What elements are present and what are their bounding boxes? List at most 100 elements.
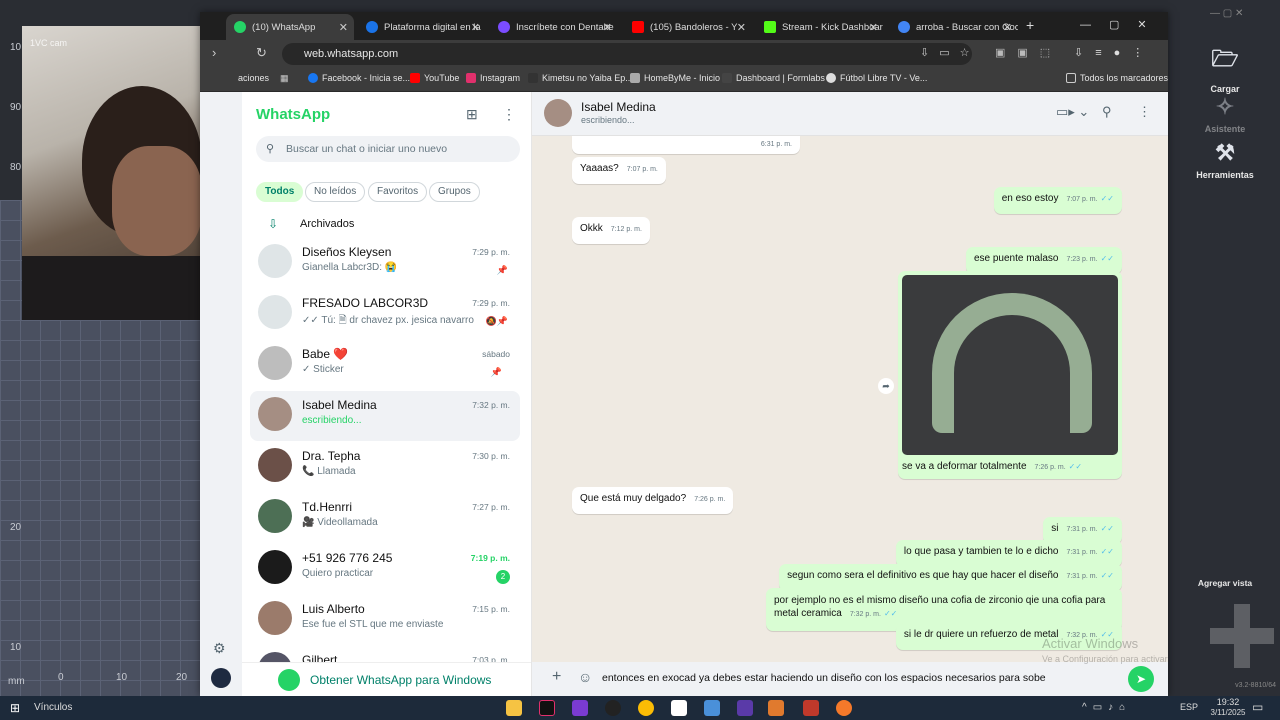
- exocad-icon[interactable]: [572, 700, 588, 716]
- tab-plataforma[interactable]: Plataforma digital en la ✕: [358, 14, 486, 40]
- cad-window-controls[interactable]: — ▢ ✕: [1210, 8, 1243, 19]
- bookmark-homebyme[interactable]: HomeByMe - Inicio: [630, 73, 720, 83]
- send-button[interactable]: ➤: [1128, 666, 1154, 692]
- chat-list-item[interactable]: Diseños Kleysen Gianella Labcr3D: 😭 7:29…: [250, 238, 520, 288]
- attach-plus-icon[interactable]: +: [552, 668, 561, 686]
- app-icon[interactable]: [605, 700, 621, 716]
- tray-icons[interactable]: ^▭♪⌂: [1082, 702, 1131, 713]
- bookmark-facebook[interactable]: Facebook - Inicia se...: [308, 73, 410, 83]
- file-explorer-icon[interactable]: [506, 700, 522, 716]
- menu-icon[interactable]: ⋮: [502, 106, 516, 123]
- tab-whatsapp[interactable]: (10) WhatsApp ✕: [226, 14, 354, 40]
- close-icon[interactable]: ✕: [339, 21, 348, 34]
- search-box[interactable]: ⚲ Buscar un chat o iniciar uno nuevo: [256, 136, 520, 162]
- toolbar-actions[interactable]: ⇩≡●⋮: [1074, 46, 1155, 59]
- apps-icon[interactable]: ▦: [280, 73, 289, 84]
- notification-icon[interactable]: ▭: [1252, 700, 1263, 714]
- message-outgoing[interactable]: segun como sera el definitivo es que hay…: [779, 564, 1122, 591]
- search-icon[interactable]: ⚲: [1102, 104, 1112, 120]
- filter-favorites[interactable]: Favoritos: [368, 182, 428, 202]
- tab-kick[interactable]: Stream - Kick Dashboar ✕: [756, 14, 884, 40]
- all-bookmarks[interactable]: Todos los marcadores: [1066, 73, 1168, 83]
- message-input[interactable]: entonces en exocad ya debes estar hacien…: [602, 672, 1046, 684]
- bookmark-instagram[interactable]: Instagram: [466, 73, 520, 83]
- chat-list-item[interactable]: FRESADO LABCOR3D ✓✓ Tú: 🗎 dr chavez px. …: [250, 289, 520, 339]
- dental-model-image[interactable]: [902, 275, 1118, 455]
- taskbar-label[interactable]: Vínculos: [34, 702, 72, 713]
- cad-app-icon[interactable]: [768, 700, 784, 716]
- message-incoming[interactable]: Que está muy delgado? 7:26 p. m.: [572, 487, 734, 514]
- new-chat-icon[interactable]: ⊞: [466, 106, 478, 123]
- close-icon[interactable]: ✕: [603, 21, 612, 34]
- address-input[interactable]: web.whatsapp.com: [282, 43, 972, 65]
- chat-list-item[interactable]: +51 926 776 245 Quiero practicar 7:19 p.…: [250, 544, 520, 594]
- message-incoming[interactable]: 6:31 p. m.: [572, 136, 800, 154]
- view-cube-icon[interactable]: [1210, 604, 1274, 668]
- contact-avatar[interactable]: [544, 99, 572, 127]
- message-incoming[interactable]: Okkk 7:12 p. m.: [572, 217, 650, 244]
- window-controls[interactable]: —▢✕: [1080, 18, 1165, 31]
- archived-row[interactable]: ⇩ Archivados: [250, 208, 520, 242]
- tab-dentalte[interactable]: Inscríbete con Dentalte ✕: [490, 14, 618, 40]
- bookmark-futbol[interactable]: Fútbol Libre TV - Ve...: [826, 73, 927, 83]
- settings-icon[interactable]: ⚙: [213, 640, 226, 657]
- close-icon[interactable]: ✕: [471, 21, 480, 34]
- app-icon[interactable]: [671, 700, 687, 716]
- search-input[interactable]: Buscar un chat o iniciar uno nuevo: [286, 143, 447, 155]
- app-icon[interactable]: [704, 700, 720, 716]
- clock-time[interactable]: 19:32: [1208, 697, 1248, 707]
- close-icon[interactable]: ✕: [1003, 21, 1012, 34]
- chat-list-item-selected[interactable]: Isabel Medina escribiendo... 7:32 p. m.: [250, 391, 520, 441]
- activate-windows-subtext: Ve a Configuración para activar Windows.: [1042, 654, 1168, 664]
- language-indicator[interactable]: ESP: [1180, 702, 1198, 712]
- bookmark-kimetsu[interactable]: Kimetsu no Yaiba Ep...: [528, 73, 633, 83]
- sticker-icon[interactable]: ☺: [578, 669, 592, 685]
- chat-list-item[interactable]: Dra. Tepha 📞 Llamada 7:30 p. m.: [250, 442, 520, 492]
- ruler-label: 20: [10, 522, 22, 533]
- filter-all[interactable]: Todos: [256, 182, 304, 202]
- windows-taskbar: ⊞ Vínculos ^▭♪⌂ ESP 19:32 3/11/2025 ▭: [0, 696, 1280, 720]
- blender-icon[interactable]: [836, 700, 852, 716]
- group-avatar-icon: [258, 295, 292, 329]
- cad-assistant-button[interactable]: ✧ Asistente: [1170, 94, 1280, 134]
- bookmark-formlabs[interactable]: Dashboard | Formlabs: [722, 73, 825, 83]
- bookmark-youtube[interactable]: YouTube: [410, 73, 459, 83]
- close-icon[interactable]: ✕: [737, 21, 746, 34]
- tab-google[interactable]: arroba - Buscar con Goo ✕: [890, 14, 1018, 40]
- chat-list-item[interactable]: Td.Henrri 🎥 Videollamada 7:27 p. m.: [250, 493, 520, 543]
- profile-avatar[interactable]: [211, 668, 231, 688]
- message-image[interactable]: se va a deformar totalmente 7:26 p. m. ✓✓: [898, 271, 1122, 479]
- extension-icons[interactable]: ▣▣⬚: [995, 46, 1062, 59]
- whatsapp-icon: [278, 669, 300, 691]
- tiktok-icon[interactable]: [539, 700, 555, 716]
- chat-list-item[interactable]: Babe ❤️ ✓ Sticker sábado 📌: [250, 340, 520, 390]
- conversation-header[interactable]: Isabel Medina escribiendo... ▭▸ ⌄ ⚲ ⋮: [532, 92, 1168, 136]
- message-outgoing[interactable]: ese puente malaso 7:23 p. m. ✓✓: [965, 247, 1122, 274]
- video-call-icon[interactable]: ▭▸ ⌄: [1056, 104, 1089, 120]
- cad-add-view-label[interactable]: Agregar vista: [1170, 578, 1280, 588]
- address-actions[interactable]: ⇩▭☆: [920, 46, 979, 59]
- filter-unread[interactable]: No leídos: [305, 182, 366, 202]
- cad-tools-button[interactable]: ⚒ Herramientas: [1170, 140, 1280, 180]
- tab-youtube[interactable]: (105) Bandoleros - Y ✕: [624, 14, 752, 40]
- message-outgoing[interactable]: en eso estoy 7:07 p. m. ✓✓: [993, 187, 1122, 214]
- menu-icon[interactable]: ⋮: [1138, 104, 1151, 120]
- read-ticks-icon: ✓✓: [1100, 571, 1114, 580]
- bookmark[interactable]: aciones: [238, 73, 269, 83]
- chrome-icon[interactable]: [638, 700, 654, 716]
- clock-date[interactable]: 3/11/2025: [1200, 708, 1256, 717]
- new-tab-button[interactable]: +: [1026, 17, 1034, 33]
- forward-icon[interactable]: ➦: [878, 378, 894, 394]
- reload-icon[interactable]: ↻: [256, 45, 267, 61]
- recorder-icon[interactable]: [803, 700, 819, 716]
- chat-list-item[interactable]: Luis Alberto Ese fue el STL que me envia…: [250, 595, 520, 645]
- message-incoming[interactable]: Yaaaas? 7:07 p. m.: [572, 157, 666, 184]
- start-icon[interactable]: ⊞: [10, 701, 20, 715]
- cad-load-button[interactable]: 🗁 Cargar: [1170, 42, 1280, 94]
- message-outgoing[interactable]: lo que pasa y tambien te lo e dicho 7:31 …: [895, 540, 1122, 567]
- forward-icon[interactable]: ›: [212, 45, 216, 60]
- app-icon[interactable]: [737, 700, 753, 716]
- close-icon[interactable]: ✕: [869, 21, 878, 34]
- get-app-banner[interactable]: Obtener WhatsApp para Windows: [242, 662, 531, 696]
- filter-groups[interactable]: Grupos: [429, 182, 480, 202]
